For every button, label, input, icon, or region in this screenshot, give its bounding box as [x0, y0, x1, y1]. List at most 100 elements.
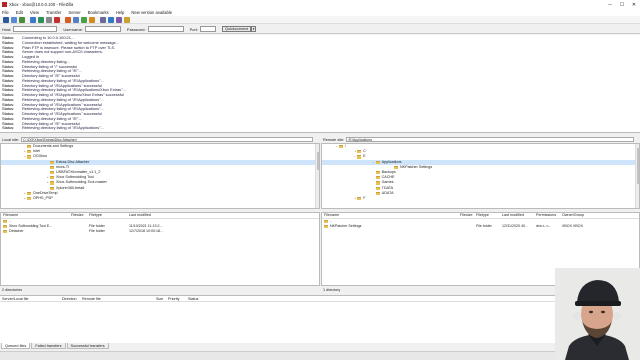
column-header-direction[interactable]: Direction	[60, 297, 80, 301]
menu-item[interactable]: Edit	[16, 10, 23, 15]
window-controls: ─ ☐ ✕	[604, 2, 640, 8]
toolbar-button-icon[interactable]	[38, 16, 44, 23]
folder-icon	[3, 224, 7, 228]
maximize-icon[interactable]: ☐	[616, 2, 628, 8]
folder-icon	[375, 191, 380, 195]
folder-icon	[50, 160, 54, 164]
folder-icon	[375, 181, 380, 185]
folder-icon	[27, 150, 31, 154]
column-header-filename[interactable]: Filename	[1, 213, 69, 217]
log-line-message: Retrieving directory listing of "/E/Appl…	[22, 126, 104, 131]
folder-icon	[50, 176, 54, 180]
toolbar-button-icon[interactable]	[65, 16, 71, 23]
tree-node-label: Xplorer360.beta6	[56, 185, 85, 190]
toolbar-button-icon[interactable]	[81, 16, 87, 23]
toolbar-button-icon[interactable]	[46, 16, 52, 23]
tree-node-label: OGXbox	[33, 154, 48, 159]
menu-item[interactable]: View	[30, 10, 39, 15]
message-log[interactable]: Status: Connecting to 10.0.0.100:21... Sta…	[0, 35, 640, 133]
port-input[interactable]	[200, 26, 217, 32]
transfer-queue[interactable]: Server/Local file Direction Remote file …	[0, 295, 640, 343]
menu-item[interactable]: Transfer	[46, 10, 61, 15]
column-header-priority[interactable]: Priority	[166, 297, 186, 301]
column-header-last-modified[interactable]: Last modified	[500, 213, 534, 217]
file-name: Detacher	[1, 229, 69, 233]
file-row[interactable]: Detacher File folder 12/7/2018 10:00:18...	[1, 229, 319, 234]
column-header-filesize[interactable]: Filesize	[458, 213, 474, 217]
log-line-type: Status:	[2, 126, 15, 131]
toolbar-button-icon[interactable]	[19, 16, 25, 23]
column-header-filetype[interactable]: Filetype	[474, 213, 500, 217]
toolbar-button-icon[interactable]	[3, 16, 9, 23]
queue-tab[interactable]: Queued files	[1, 343, 31, 349]
log-line: Status: Retrieving directory listing of "…	[2, 126, 638, 131]
menu-item[interactable]: Bookmarks	[88, 10, 109, 15]
local-site-bar: Local site: C:\OG\Xbox\Extras\Disc Attac…	[0, 136, 320, 143]
toolbar-button-icon[interactable]	[73, 16, 79, 23]
folder-icon	[357, 155, 362, 159]
minimize-icon[interactable]: ─	[604, 2, 616, 8]
tree-node-label: NKPatcher Settings	[400, 164, 433, 169]
folder-icon	[357, 196, 362, 201]
password-label: Password:	[126, 26, 146, 32]
file-name-text: Xbox Softmodding Tool E...	[9, 224, 53, 229]
column-header-size[interactable]: Size	[154, 297, 166, 301]
toolbar-button-icon[interactable]	[116, 16, 122, 23]
tree-node[interactable]: + OPHS_PSP	[1, 196, 319, 201]
queue-tab[interactable]: Successful transfers	[66, 343, 109, 349]
status-bar	[0, 351, 640, 360]
password-input[interactable]	[147, 26, 184, 32]
column-header-filesize[interactable]: Filesize	[69, 213, 87, 217]
menu-item[interactable]: File	[2, 10, 9, 15]
folder-icon	[50, 186, 54, 190]
column-header-remote-file[interactable]: Remote file	[80, 297, 154, 301]
file-name: ..	[322, 219, 458, 223]
file-modified: 12/7/2018 10:00:18...	[129, 229, 163, 234]
local-tree-scrollbar[interactable]	[315, 144, 319, 208]
folder-icon	[324, 219, 328, 223]
toolbar-button-icon[interactable]	[54, 16, 60, 23]
remote-tree-scrollbar[interactable]	[635, 144, 639, 208]
queue-tab[interactable]: Failed transfers	[31, 343, 66, 349]
tree-node[interactable]: + F	[322, 196, 639, 201]
toolbar-button-icon[interactable]	[11, 16, 17, 23]
folder-icon	[3, 229, 7, 234]
tree-node-label: E	[363, 154, 366, 159]
column-header-status[interactable]: Status	[186, 297, 226, 301]
root-folder-icon	[338, 145, 343, 149]
folder-icon	[375, 176, 380, 180]
toolbar-button-icon[interactable]	[30, 16, 36, 23]
remote-directory-tree[interactable]: − / + C − E − Applications NKPatcher Settings Bac…	[321, 143, 640, 209]
menu-item[interactable]: Server	[68, 10, 80, 15]
column-header-permissions[interactable]: Permissions	[534, 213, 560, 217]
tree-node-label: Applications	[381, 159, 402, 164]
quickconnect-bar: Host: Username: Password: Port: Quickcon…	[0, 25, 640, 34]
quickconnect-button[interactable]: Quickconnect	[222, 26, 252, 32]
menu-item[interactable]: Help	[116, 10, 125, 15]
local-path-input[interactable]: C:\OG\Xbox\Extras\Disc Attacher\	[21, 136, 314, 143]
host-input[interactable]	[13, 26, 58, 32]
port-label: Port:	[189, 26, 199, 32]
queue-header: Server/Local file Direction Remote file …	[0, 296, 640, 302]
toolbar-button-icon[interactable]	[89, 16, 95, 23]
local-file-list[interactable]: Filename Filesize Filetype Last modified…	[0, 212, 320, 286]
column-header-server-local-file[interactable]: Server/Local file	[0, 297, 60, 301]
column-header-filename[interactable]: Filename	[322, 213, 458, 217]
file-row[interactable]: NKPatcher Settings File folder 12/31/2020 …	[322, 224, 639, 229]
menu-item[interactable]: New version available	[131, 10, 172, 15]
toolbar-button-icon[interactable]	[108, 16, 114, 23]
toolbar-button-icon[interactable]	[100, 16, 106, 23]
folder-icon	[50, 181, 54, 185]
presenter-webcam-overlay	[555, 268, 640, 360]
local-directory-tree[interactable]: Documents and Settings + Intel − OGXbox Extra…	[0, 143, 320, 209]
column-header-last-modified[interactable]: Last modified	[127, 213, 187, 217]
quickconnect-dropdown-icon[interactable]: ▼	[251, 26, 257, 32]
username-input[interactable]	[84, 26, 121, 32]
close-icon[interactable]: ✕	[628, 2, 640, 8]
column-header-filetype[interactable]: Filetype	[87, 213, 127, 217]
column-header-owner-group[interactable]: Owner/Group	[560, 213, 590, 217]
remote-path-input[interactable]: /E/Applications	[346, 136, 635, 143]
file-name-text: ..	[330, 219, 332, 224]
folder-icon	[394, 165, 398, 169]
toolbar-button-icon[interactable]	[124, 16, 130, 23]
